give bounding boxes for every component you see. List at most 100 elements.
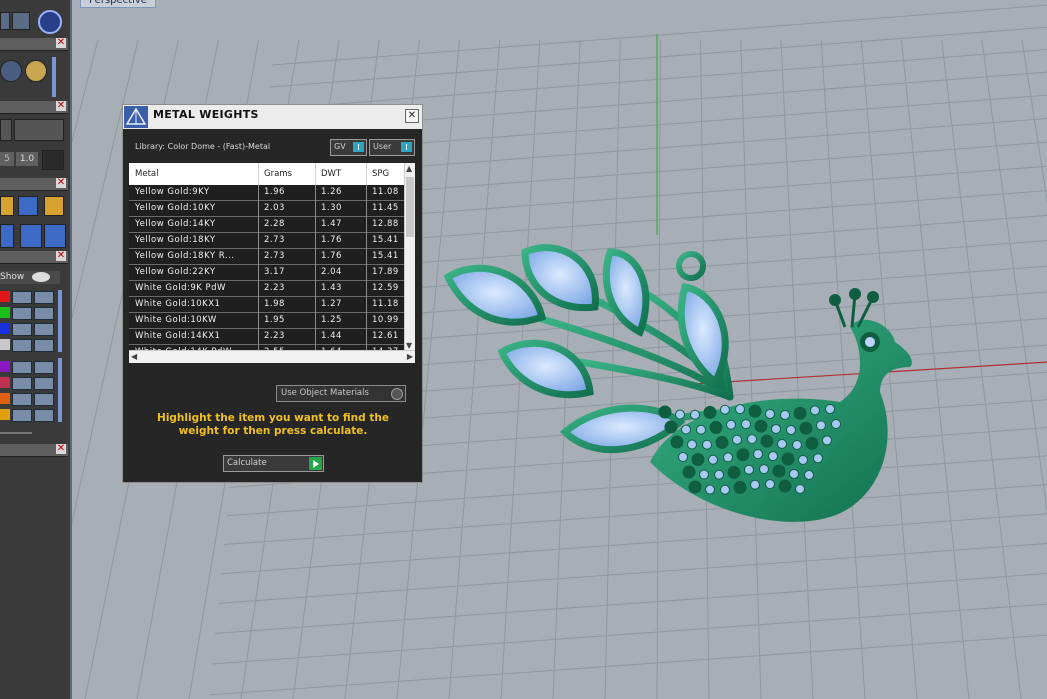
sphere-icon[interactable] — [0, 60, 22, 82]
lock-icon[interactable] — [12, 339, 32, 352]
column-divider — [315, 329, 316, 345]
tool-button[interactable] — [0, 196, 14, 216]
close-icon[interactable]: ✕ — [56, 101, 66, 111]
metal-weights-logo-icon — [124, 106, 148, 128]
lock-icon[interactable] — [34, 291, 54, 304]
value-field[interactable]: 1.0 — [16, 152, 38, 166]
gv-toggle[interactable]: GV — [330, 139, 367, 156]
gem-setting — [744, 464, 754, 475]
tool-button[interactable] — [0, 119, 12, 141]
table-vertical-scrollbar[interactable]: ▲ ▼ — [404, 163, 415, 351]
layers-scrollbar[interactable] — [58, 358, 62, 422]
scroll-up-icon[interactable]: ▲ — [406, 164, 412, 173]
layer-color-swatch[interactable] — [0, 291, 10, 302]
layer-color-swatch[interactable] — [0, 307, 10, 318]
gem-setting — [771, 423, 781, 434]
lock-icon[interactable] — [34, 377, 54, 390]
table-row[interactable]: Yellow Gold:22KY 3.17 2.04 17.89 — [129, 265, 405, 281]
lock-icon[interactable] — [12, 409, 32, 422]
table-row[interactable]: Yellow Gold:9KY 1.96 1.26 11.08 — [129, 185, 405, 201]
close-icon[interactable]: ✕ — [56, 178, 66, 188]
lock-icon[interactable] — [34, 323, 54, 336]
tool-button[interactable] — [0, 12, 10, 30]
lock-icon[interactable] — [12, 377, 32, 390]
layer-color-swatch[interactable] — [0, 361, 10, 372]
divider — [0, 432, 32, 434]
gem-setting — [691, 453, 705, 467]
layer-color-swatch[interactable] — [0, 339, 10, 350]
table-row[interactable]: White Gold:10KW 1.95 1.25 10.99 — [129, 313, 405, 329]
column-header-dwt[interactable]: DWT — [321, 169, 341, 179]
lock-icon[interactable] — [34, 361, 54, 374]
table-row[interactable]: Yellow Gold:18KY R... 2.73 1.76 15.41 — [129, 249, 405, 265]
gem-setting — [708, 454, 718, 465]
table-row[interactable]: Yellow Gold:18KY 2.73 1.76 15.41 — [129, 233, 405, 249]
column-divider — [315, 163, 316, 185]
gem-setting — [741, 419, 751, 430]
tool-button[interactable] — [20, 224, 42, 248]
dwt-cell: 1.44 — [321, 331, 342, 341]
lock-icon[interactable] — [12, 323, 32, 336]
grams-cell: 1.98 — [264, 299, 285, 309]
dialog-title-bar[interactable]: METAL WEIGHTS ✕ — [123, 105, 422, 129]
eye-icon[interactable] — [32, 272, 50, 282]
scroll-down-icon[interactable]: ▼ — [406, 341, 412, 350]
render-button[interactable] — [14, 119, 64, 141]
scroll-thumb[interactable] — [406, 177, 414, 237]
lock-icon[interactable] — [12, 361, 32, 374]
gem-setting — [798, 454, 808, 465]
scroll-right-icon[interactable]: ▶ — [407, 352, 413, 361]
close-icon[interactable]: ✕ — [56, 251, 66, 261]
delete-icon[interactable] — [44, 196, 64, 216]
panel-header: ✕ — [0, 178, 68, 191]
grid-icon[interactable] — [42, 150, 64, 170]
spg-cell: 10.99 — [372, 315, 399, 325]
lock-icon[interactable] — [12, 393, 32, 406]
gem-setting — [792, 439, 802, 450]
calculate-button[interactable]: Calculate — [223, 455, 324, 472]
user-toggle[interactable]: User — [369, 139, 415, 156]
table-row[interactable]: Yellow Gold:14KY 2.28 1.47 12.88 — [129, 217, 405, 233]
layer-color-swatch[interactable] — [0, 377, 10, 388]
lock-icon[interactable] — [34, 307, 54, 320]
value-field[interactable]: 5 — [0, 152, 14, 166]
material-icon[interactable] — [25, 60, 47, 82]
lock-icon[interactable] — [34, 339, 54, 352]
table-row[interactable]: White Gold:9K PdW 2.23 1.43 12.59 — [129, 281, 405, 297]
table-row[interactable]: White Gold:14KX1 2.23 1.44 12.61 — [129, 329, 405, 345]
circle-tool-icon[interactable] — [38, 10, 62, 34]
lock-icon[interactable] — [12, 291, 32, 304]
table-row[interactable]: White Gold:10KX1 1.98 1.27 11.18 — [129, 297, 405, 313]
gem-setting — [715, 435, 729, 449]
lock-icon[interactable] — [34, 393, 54, 406]
layers-scrollbar[interactable] — [58, 290, 62, 352]
metal-weights-table: Metal Grams DWT SPG Yellow Gold:9KY 1.96 1… — [129, 163, 415, 363]
layer-color-swatch[interactable] — [0, 393, 10, 404]
gem-setting — [805, 436, 819, 450]
radio-icon[interactable] — [391, 388, 403, 400]
lock-icon[interactable] — [34, 409, 54, 422]
tool-button[interactable] — [18, 196, 38, 216]
gem-setting — [765, 479, 775, 490]
tool-button[interactable] — [0, 224, 14, 248]
table-row[interactable]: Yellow Gold:10KY 2.03 1.30 11.45 — [129, 201, 405, 217]
column-header-metal[interactable]: Metal — [135, 169, 158, 179]
close-icon[interactable]: ✕ — [405, 109, 419, 123]
spg-cell: 11.45 — [372, 203, 399, 213]
close-icon[interactable]: ✕ — [56, 38, 66, 48]
scroll-left-icon[interactable]: ◀ — [131, 352, 137, 361]
close-icon[interactable]: ✕ — [56, 444, 66, 454]
layer-color-swatch[interactable] — [0, 409, 10, 420]
panel-scrollbar[interactable] — [52, 57, 56, 97]
select-tool-icon[interactable] — [12, 12, 30, 30]
column-header-spg[interactable]: SPG — [372, 169, 389, 179]
tool-button[interactable] — [44, 224, 66, 248]
layer-color-swatch[interactable] — [0, 323, 10, 334]
column-header-grams[interactable]: Grams — [264, 169, 292, 179]
metal-cell: Yellow Gold:18KY — [135, 235, 216, 245]
tab-perspective[interactable]: Perspective — [80, 0, 156, 8]
use-object-materials-option[interactable]: Use Object Materials — [276, 385, 406, 402]
play-arrow-icon[interactable] — [309, 457, 322, 470]
lock-icon[interactable] — [12, 307, 32, 320]
table-horizontal-scrollbar[interactable]: ◀ ▶ — [129, 350, 415, 363]
